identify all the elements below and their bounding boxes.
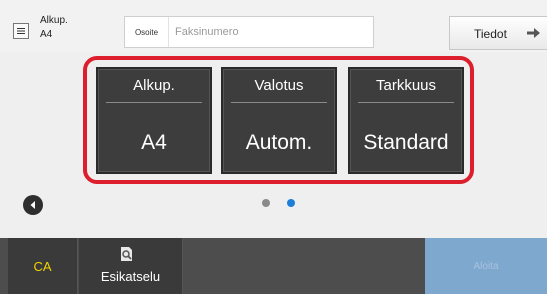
previous-page-button[interactable]: [23, 195, 43, 215]
original-size-tile[interactable]: Alkup. A4: [96, 67, 212, 174]
top-bar: Alkup. A4 Osoite Faksinumero Tiedot: [0, 0, 547, 52]
tile-value: Autom.: [245, 131, 313, 154]
page-indicator-1[interactable]: [262, 199, 270, 207]
tile-divider: [231, 102, 327, 103]
info-button[interactable]: Tiedot: [449, 16, 547, 50]
fax-number-input[interactable]: Faksinumero: [175, 17, 370, 47]
original-summary-value: A4: [40, 29, 53, 40]
tile-label: Tarkkuus: [375, 77, 437, 94]
address-label[interactable]: Osoite: [125, 17, 169, 47]
arrow-right-icon: [527, 28, 540, 38]
tile-value: A4: [141, 131, 167, 154]
clear-all-button[interactable]: CA: [8, 238, 78, 294]
original-size-icon[interactable]: [13, 23, 29, 39]
tile-value: Standard: [363, 131, 449, 154]
resolution-tile[interactable]: Tarkkuus Standard: [348, 67, 464, 174]
preview-button-label: Esikatselu: [100, 269, 161, 284]
chevron-left-icon: [30, 201, 35, 209]
original-summary-label: Alkup.: [40, 15, 68, 26]
page-indicator-2[interactable]: [287, 199, 295, 207]
tile-divider: [358, 102, 454, 103]
tile-divider: [106, 102, 202, 103]
exposure-tile[interactable]: Valotus Autom.: [221, 67, 337, 174]
start-button[interactable]: Aloita: [425, 238, 547, 294]
start-button-label: Aloita: [473, 260, 499, 272]
fax-screen: Alkup. A4 Osoite Faksinumero Tiedot Alku…: [0, 0, 547, 294]
original-summary: Alkup. A4: [40, 14, 68, 42]
document-icon: [17, 28, 25, 34]
tile-label: Alkup.: [133, 77, 175, 94]
address-field[interactable]: Osoite Faksinumero: [124, 16, 374, 48]
preview-button[interactable]: Esikatselu: [79, 238, 183, 294]
tile-label: Valotus: [254, 77, 304, 94]
info-button-label: Tiedot: [474, 27, 507, 41]
preview-magnifier-icon: [121, 247, 132, 261]
